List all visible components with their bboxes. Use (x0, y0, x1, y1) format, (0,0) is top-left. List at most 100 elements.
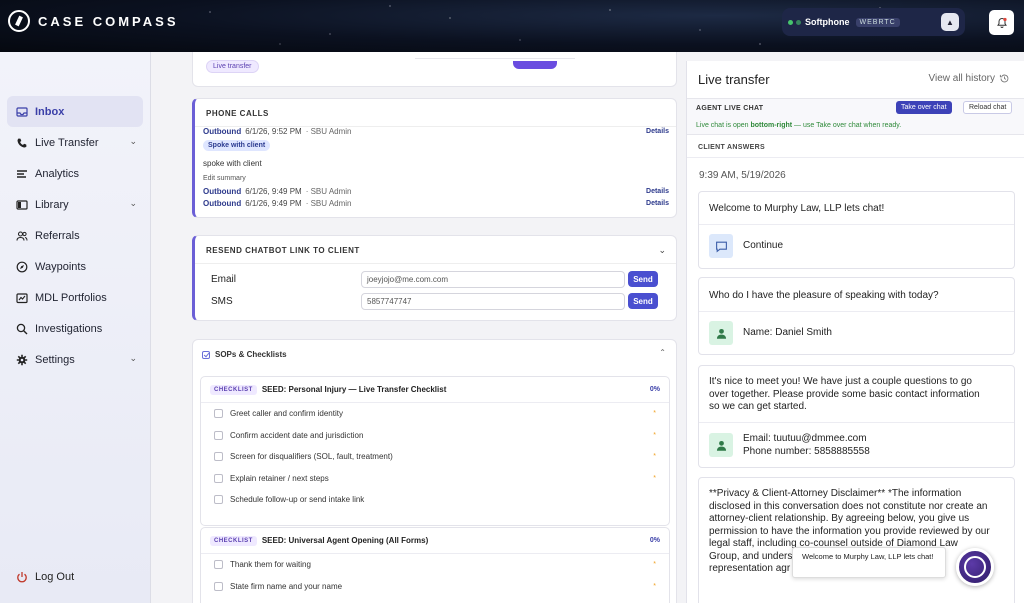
checkbox[interactable] (214, 452, 223, 462)
notifications-button[interactable] (989, 10, 1014, 35)
primary-button-partial[interactable] (513, 61, 557, 69)
view-all-history-link[interactable]: View all history (928, 73, 1010, 84)
checkbox[interactable] (214, 473, 223, 483)
divider (687, 157, 1024, 158)
resend-title: RESEND CHATBOT LINK TO CLIENT (206, 246, 360, 255)
checklist-item[interactable]: Explain retainer / next steps * (201, 468, 669, 490)
checklist-item-label: Schedule follow-up or send intake link (230, 495, 365, 505)
call-date: 6/1/26, 9:49 PM (245, 199, 302, 208)
email-field[interactable]: joeyjojo@me.com.com (361, 271, 625, 288)
required-marker: * (653, 474, 656, 482)
checklist-item-label: Explain retainer / next steps (230, 473, 329, 483)
user-icon (709, 321, 733, 345)
checkbox[interactable] (214, 560, 223, 570)
call-date: 6/1/26, 9:52 PM (245, 127, 302, 136)
send-sms-button[interactable]: Send (628, 293, 658, 309)
logout-label: Log Out (35, 571, 75, 583)
checkbox[interactable] (214, 409, 223, 419)
call-direction: Outbound (203, 199, 242, 208)
checklist-item[interactable]: Screen for disqualifiers (SOL, fault, tr… (201, 446, 669, 468)
status-text: Live chat is open (696, 122, 751, 129)
sms-field[interactable]: 5857747747 (361, 293, 625, 310)
agent-live-chat-label: AGENT LIVE CHAT (696, 105, 764, 112)
checklist-item[interactable]: Greet caller and confirm identity * (201, 403, 669, 425)
sidebar-item-live-transfer[interactable]: Live Transfer ⌄ (7, 127, 143, 158)
phone-calls-card: PHONE CALLS Outbound 6/1/26, 9:52 PM · S… (192, 98, 677, 218)
inbox-icon (16, 106, 28, 117)
checklist-icon (202, 350, 210, 359)
power-icon (17, 572, 27, 583)
checkbox[interactable] (214, 430, 223, 440)
call-agent: · SBU Admin (305, 199, 352, 208)
chevron-up-icon[interactable]: ⌃ (659, 348, 666, 357)
history-icon (999, 74, 1009, 83)
sidebar-item-label: Inbox (35, 105, 65, 118)
call-details-link[interactable]: Details (646, 188, 669, 195)
divider (699, 422, 1014, 423)
status-dot-icon (788, 19, 793, 25)
chevron-down-icon[interactable]: ⌄ (658, 245, 666, 256)
checklist-header[interactable]: CHECKLIST SEED: Universal Agent Opening … (201, 528, 669, 554)
sidebar-item-referrals[interactable]: Referrals (7, 220, 143, 251)
checkbox[interactable] (214, 581, 223, 591)
chevron-down-icon: ⌄ (129, 136, 137, 146)
client-answer: Email: tuutuu@dmmee.com Phone number: 58… (743, 433, 870, 458)
checklist-item[interactable]: Schedule follow-up or send intake link (201, 489, 669, 511)
required-marker: * (653, 431, 656, 439)
checklist-title: SEED: Universal Agent Opening (All Forms… (261, 536, 429, 545)
divider (699, 224, 1014, 225)
sops-header[interactable]: SOPs & Checklists (202, 350, 287, 359)
reload-chat-button[interactable]: Reload chat (963, 101, 1013, 114)
checklist-item-label: Thank them for waiting (230, 560, 311, 570)
question-line: **Privacy & Client-Attorney Disclaimer**… (709, 488, 962, 499)
status-emphasis: bottom-right (750, 122, 793, 129)
sidebar-item-mdl-portfolios[interactable]: MDL Portfolios (7, 282, 143, 313)
sidebar-item-library[interactable]: Library ⌄ (7, 189, 143, 220)
softphone-label: Softphone (805, 17, 850, 27)
gear-icon (16, 354, 28, 365)
sidebar-item-inbox[interactable]: Inbox (7, 96, 143, 127)
checklist-item[interactable]: Thank them for waiting * (201, 554, 669, 576)
required-marker: * (653, 582, 656, 590)
checkbox[interactable] (214, 495, 223, 505)
sops-title: SOPs & Checklists (215, 350, 287, 359)
checklist-tag: CHECKLIST (210, 384, 257, 395)
question-line: disclosed in this conversation does not … (709, 500, 988, 512)
sms-label: SMS (211, 296, 233, 307)
logout-button[interactable]: Log Out (16, 571, 74, 583)
call-row: Outbound 6/1/26, 9:52 PM · SBU Admin Det… (203, 127, 669, 136)
compass-icon (16, 261, 28, 272)
call-details-link[interactable]: Details (646, 200, 669, 207)
send-email-button[interactable]: Send (628, 271, 658, 287)
checklist-item[interactable]: State firm name and your name * (201, 576, 669, 598)
bot-question: Who do I have the pleasure of speaking w… (709, 290, 939, 301)
chat-message: Who do I have the pleasure of speaking w… (698, 277, 1015, 355)
edit-summary-link[interactable]: Edit summary (203, 175, 246, 182)
chat-bubble-icon (709, 234, 733, 258)
call-outcome-chip: Spoke with client (203, 140, 271, 151)
sidebar-item-analytics[interactable]: Analytics (7, 158, 143, 189)
softphone-expand-button[interactable]: ▲ (941, 13, 959, 31)
sidebar-item-settings[interactable]: Settings ⌄ (7, 344, 143, 375)
checklist-progress: 0% (649, 386, 660, 393)
chat-preview-popup[interactable]: Welcome to Murphy Law, LLP lets chat! (792, 547, 946, 578)
checklist-item[interactable]: Confirm accident date and jurisdiction * (201, 425, 669, 447)
panel-title: Live transfer (698, 72, 770, 87)
call-details-link[interactable]: Details (646, 128, 669, 135)
search-icon (16, 323, 28, 334)
sidebar-item-waypoints[interactable]: Waypoints (7, 251, 143, 282)
sidebar-item-investigations[interactable]: Investigations (7, 313, 143, 344)
sidebar-nav: Inbox Live Transfer ⌄ Analytics Library … (0, 96, 150, 375)
users-icon (16, 230, 28, 241)
sidebar-item-label: Investigations (35, 322, 103, 335)
analytics-icon (17, 169, 27, 178)
chat-launcher-button[interactable] (956, 548, 994, 586)
checklist-title: SEED: Personal Injury — Live Transfer Ch… (261, 385, 447, 394)
portfolio-icon (16, 292, 28, 303)
take-over-chat-button[interactable]: Take over chat (896, 101, 952, 114)
checklist-header[interactable]: CHECKLIST SEED: Personal Injury — Live T… (201, 377, 669, 403)
softphone-widget[interactable]: Softphone WEBRTC ▲ (782, 8, 965, 36)
view-history-label: View all history (928, 73, 995, 84)
checklist-tag: CHECKLIST (210, 535, 257, 546)
brand[interactable]: CASE COMPASS (8, 10, 179, 32)
